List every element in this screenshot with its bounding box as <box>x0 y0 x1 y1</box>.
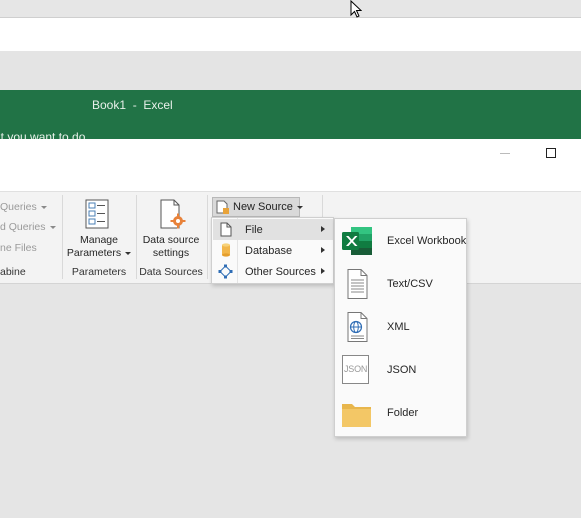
new-source-icon <box>216 200 229 214</box>
menu-item-label: File <box>245 224 263 236</box>
minimize-button[interactable] <box>497 145 513 161</box>
submenu-item-label: JSON <box>387 364 417 376</box>
parameters-group-label: Parameters <box>71 266 127 278</box>
menu-item-label: Database <box>245 245 293 257</box>
excel-title-bar: Book1 - Excel at you want to do <box>0 90 581 139</box>
submenu-item-label: Excel Workbook <box>387 235 467 247</box>
xml-icon <box>347 312 368 342</box>
submenu-item-excel-workbook[interactable]: Excel Workbook <box>335 219 466 262</box>
submenu-item-json[interactable]: JSON JSON <box>335 348 466 391</box>
chevron-down-icon <box>296 205 303 209</box>
submenu-item-folder[interactable]: Folder <box>335 391 466 434</box>
append-queries-label: d Queries <box>0 221 46 233</box>
excel-workbook-icon <box>342 227 372 255</box>
data-source-settings-icon <box>160 199 186 229</box>
new-source-button[interactable]: New Source <box>212 197 303 217</box>
chevron-down-icon <box>49 225 56 229</box>
submenu-item-xml[interactable]: XML <box>335 305 466 348</box>
submenu-item-text-csv[interactable]: Text/CSV <box>335 262 466 305</box>
submenu-item-label: Text/CSV <box>387 278 433 290</box>
other-sources-icon <box>218 264 233 279</box>
submenu-item-label: XML <box>387 321 410 333</box>
database-icon <box>222 243 230 257</box>
chevron-right-icon <box>321 226 325 232</box>
data-source-settings-label-line1: Data source <box>142 234 200 246</box>
combine-files-label: ne Files <box>0 242 37 254</box>
append-queries-menu[interactable]: d Queries <box>0 221 56 233</box>
manage-parameters-button[interactable]: Manage Parameters <box>64 197 134 261</box>
json-icon: JSON <box>341 355 373 385</box>
toolbar-band <box>0 51 581 90</box>
menu-item-database[interactable]: Database <box>213 240 333 261</box>
submenu-item-label: Folder <box>387 407 419 419</box>
new-source-menu: File Database Other Sources <box>211 217 334 284</box>
menu-item-file[interactable]: File <box>213 219 333 240</box>
data-sources-group-label: Data Sources <box>139 266 203 278</box>
os-top-strip <box>0 0 581 18</box>
ribbon-separator <box>207 195 208 279</box>
address-band <box>0 18 581 51</box>
menu-item-label: Other Sources <box>245 266 316 278</box>
folder-icon <box>342 404 371 427</box>
query-editor-title-bar <box>0 139 581 191</box>
chevron-down-icon <box>125 251 132 255</box>
ribbon-separator <box>136 195 137 279</box>
data-source-settings-label-line2: settings <box>152 247 190 259</box>
queries-label: Queries <box>0 201 37 213</box>
chevron-right-icon <box>321 268 325 274</box>
chevron-down-icon <box>40 205 47 209</box>
tell-me-search-hint[interactable]: at you want to do <box>0 130 85 139</box>
manage-parameters-icon <box>85 199 109 229</box>
combine-files-button[interactable]: ne Files <box>0 242 37 254</box>
manage-parameters-label-line1: Manage <box>80 234 118 246</box>
data-source-settings-button[interactable]: Data source settings <box>138 197 204 261</box>
manage-parameters-label-line2: Parameters <box>66 247 122 259</box>
maximize-button[interactable] <box>543 147 559 163</box>
ribbon-separator <box>62 195 63 279</box>
menu-item-other-sources[interactable]: Other Sources <box>213 261 333 282</box>
file-icon <box>220 222 232 237</box>
combine-group-label: abine <box>0 266 26 278</box>
mouse-cursor-icon <box>350 0 362 18</box>
new-source-label: New Source <box>233 201 293 213</box>
chevron-right-icon <box>321 247 325 253</box>
file-submenu: Excel Workbook Text/CSV XML JSON JSON Fo… <box>334 218 467 437</box>
json-icon-text: JSON <box>344 364 368 374</box>
excel-window-title: Book1 - Excel <box>92 98 173 112</box>
queries-menu[interactable]: Queries <box>0 201 47 213</box>
text-csv-icon <box>347 269 368 299</box>
